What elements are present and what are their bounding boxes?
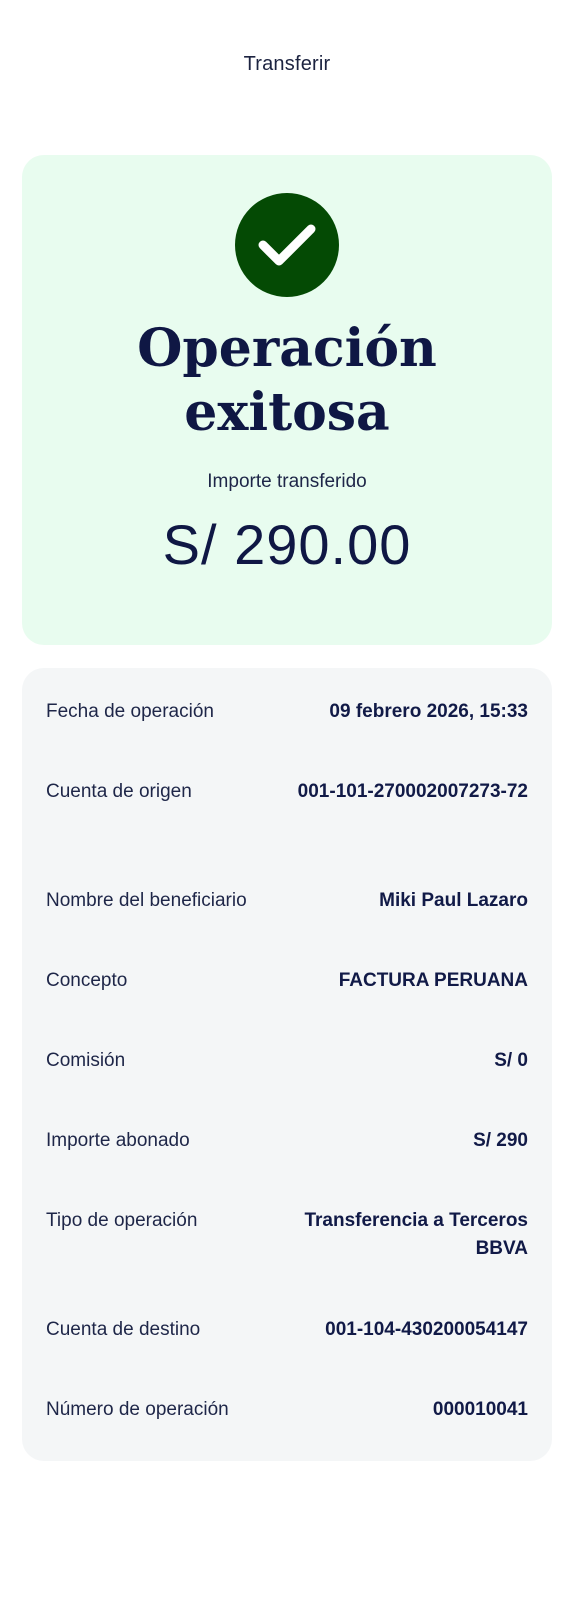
success-title-line2: exitosa [184, 382, 390, 443]
success-title: Operación exitosa [22, 317, 552, 445]
detail-value: S/ 290 [473, 1130, 528, 1151]
success-card: Operación exitosa Importe transferido S/… [22, 155, 552, 645]
detail-row-concepto: Concepto FACTURA PERUANA [46, 967, 528, 995]
success-title-line1: Operación [137, 318, 437, 379]
page-title: Transferir [243, 53, 331, 75]
detail-row-importe-abonado: Importe abonado S/ 290 [46, 1127, 528, 1155]
detail-row-fecha: Fecha de operación 09 febrero 2026, 15:3… [46, 698, 528, 726]
detail-value: Miki Paul Lazaro [379, 890, 528, 911]
detail-row-beneficiario: Nombre del beneficiario Miki Paul Lazaro [46, 887, 528, 915]
detail-label: Cuenta de origen [46, 781, 192, 802]
detail-value: FACTURA PERUANA [338, 970, 528, 991]
details-card: Fecha de operación 09 febrero 2026, 15:3… [22, 668, 552, 1461]
detail-label: Fecha de operación [46, 701, 214, 722]
detail-value: Transferencia a Terceros BBVA [304, 1210, 528, 1259]
detail-label: Comisión [46, 1050, 126, 1071]
detail-label: Nombre del beneficiario [46, 890, 247, 911]
detail-row-comision: Comisión S/ 0 [46, 1047, 528, 1075]
check-icon [235, 193, 339, 297]
detail-value: S/ 0 [494, 1050, 528, 1071]
detail-label: Concepto [46, 970, 128, 991]
detail-label: Cuenta de destino [46, 1319, 201, 1340]
detail-label: Tipo de operación [46, 1210, 198, 1231]
detail-value: 001-104-430200054147 [325, 1319, 528, 1340]
detail-value: 001-101-270002007273-72 [297, 781, 528, 802]
detail-label: Importe abonado [46, 1130, 190, 1151]
detail-value: 000010041 [432, 1399, 528, 1420]
amount-label: Importe transferido [207, 471, 367, 492]
detail-row-cuenta-origen: Cuenta de origen 001-101-270002007273-72 [46, 778, 528, 806]
detail-row-numero-operacion: Número de operación 000010041 [46, 1396, 528, 1424]
amount-value: S/ 290.00 [162, 513, 412, 576]
detail-label: Número de operación [46, 1399, 229, 1420]
detail-row-cuenta-destino: Cuenta de destino 001-104-430200054147 [46, 1316, 528, 1344]
detail-row-tipo-operacion: Tipo de operación Transferencia a Tercer… [46, 1207, 528, 1263]
detail-value: 09 febrero 2026, 15:33 [329, 701, 528, 722]
